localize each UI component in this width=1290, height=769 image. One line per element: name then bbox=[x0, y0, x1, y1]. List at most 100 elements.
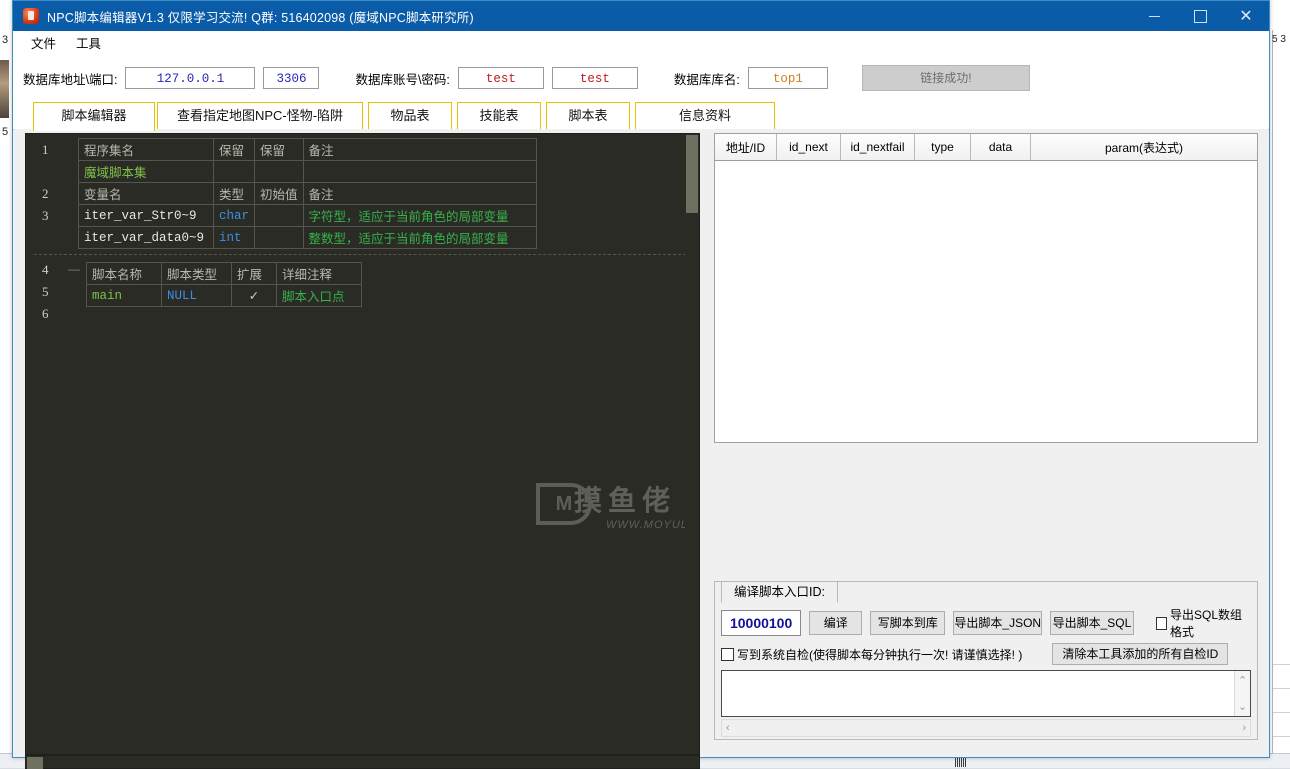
table-row-header-program: 程序集名 保留 保留 备注 bbox=[79, 139, 537, 161]
compile-output-textarea[interactable]: ⌃ ⌄ bbox=[721, 670, 1251, 717]
scroll-right-icon[interactable]: › bbox=[1242, 722, 1246, 734]
db-port-input[interactable]: 3306 bbox=[263, 67, 319, 89]
col-remark-2: 备注 bbox=[303, 183, 536, 205]
line-number-1: 1 bbox=[42, 142, 49, 158]
table-row[interactable]: main NULL ✓ 脚本入口点 bbox=[87, 285, 362, 307]
tab-script-table[interactable]: 脚本表 bbox=[546, 102, 630, 130]
db-name-input[interactable]: top1 bbox=[748, 67, 828, 89]
compile-entry-id-label: 编译脚本入口ID: bbox=[721, 581, 838, 603]
export-sql-array-checkbox[interactable]: 导出SQL数组格式 bbox=[1156, 606, 1251, 640]
line-number-5: 5 bbox=[42, 284, 49, 300]
col-initial-value: 初始值 bbox=[255, 183, 304, 205]
fold-marker-icon[interactable]: — bbox=[68, 262, 80, 276]
cell-remark-1[interactable] bbox=[303, 161, 536, 183]
script-editor[interactable]: 1 2 3 4 5 6 — 程序集名 保留 保留 备注 魔域脚本集 bbox=[25, 133, 700, 755]
program-variables-table: 程序集名 保留 保留 备注 魔域脚本集 变量名 类型 初始值 备注 bbox=[78, 138, 537, 249]
cell-script-type[interactable]: NULL bbox=[162, 285, 232, 307]
cell-program-set-name[interactable]: 魔域脚本集 bbox=[79, 161, 214, 183]
grid-col-data[interactable]: data bbox=[971, 134, 1031, 160]
cell-script-comment[interactable]: 脚本入口点 bbox=[277, 285, 362, 307]
cell-var-name-2[interactable]: iter_var_data0~9 bbox=[79, 227, 214, 249]
scroll-up-icon[interactable]: ⌃ bbox=[1238, 674, 1247, 687]
connection-bar: 数据库地址\端口: 127.0.0.1 3306 数据库账号\密码: test … bbox=[13, 54, 1269, 102]
db-host-input[interactable]: 127.0.0.1 bbox=[125, 67, 255, 89]
editor-scrollbar-thumb[interactable] bbox=[686, 135, 698, 213]
scroll-left-icon[interactable]: ‹ bbox=[726, 722, 730, 734]
col-variable-type: 类型 bbox=[214, 183, 255, 205]
output-horizontal-scrollbar[interactable]: ‹ › bbox=[721, 719, 1251, 737]
col-script-extend: 扩展 bbox=[232, 263, 277, 285]
col-remark-1: 备注 bbox=[303, 139, 536, 161]
tab-script-editor[interactable]: 脚本编辑器 bbox=[33, 102, 155, 131]
background-right-label: 5 3 bbox=[1272, 34, 1286, 45]
script-data-grid[interactable]: 地址/ID id_next id_nextfail type data para… bbox=[714, 133, 1258, 443]
db-user-input[interactable]: test bbox=[458, 67, 544, 89]
window-title: NPC脚本编辑器V1.3 仅限学习交流! Q群: 516402098 (魔域NP… bbox=[47, 7, 474, 26]
tab-info-data[interactable]: 信息资料 bbox=[635, 102, 775, 130]
entry-id-input[interactable]: 10000100 bbox=[721, 610, 801, 636]
output-vertical-scrollbar[interactable]: ⌃ ⌄ bbox=[1234, 671, 1250, 716]
close-icon[interactable]: ✕ bbox=[1223, 1, 1269, 31]
editor-horizontal-scrollbar[interactable] bbox=[25, 755, 700, 769]
col-script-name: 脚本名称 bbox=[87, 263, 162, 285]
minimize-button[interactable] bbox=[1131, 1, 1177, 31]
tab-skill-table[interactable]: 技能表 bbox=[457, 102, 541, 130]
compile-panel: 编译脚本入口ID: 10000100 编译 写脚本到库 导出脚本_JSON 导出… bbox=[714, 581, 1258, 740]
grid-col-id-next[interactable]: id_next bbox=[777, 134, 841, 160]
cell-reserved-1[interactable] bbox=[214, 161, 255, 183]
db-name-label: 数据库库名: bbox=[674, 69, 740, 88]
col-variable-name: 变量名 bbox=[79, 183, 214, 205]
checkbox-box-icon[interactable] bbox=[1156, 617, 1167, 630]
table-row[interactable]: iter_var_data0~9 int 整数型，适应于当前角色的局部变量 bbox=[79, 227, 537, 249]
menu-bar: 文件 工具 bbox=[13, 31, 1269, 54]
tab-item-table[interactable]: 物品表 bbox=[368, 102, 452, 130]
col-script-type: 脚本类型 bbox=[162, 263, 232, 285]
table-row[interactable]: iter_var_Str0~9 char 字符型，适应于当前角色的局部变量 bbox=[79, 205, 537, 227]
export-sql-button[interactable]: 导出脚本_SQL bbox=[1050, 611, 1134, 635]
cell-var-init-1[interactable] bbox=[255, 205, 304, 227]
cell-var-remark-1[interactable]: 字符型，适应于当前角色的局部变量 bbox=[303, 205, 536, 227]
cell-var-init-2[interactable] bbox=[255, 227, 304, 249]
editor-hscrollbar-thumb[interactable] bbox=[27, 757, 43, 769]
script-entry-table: 脚本名称 脚本类型 扩展 详细注释 main NULL ✓ 脚本入口点 bbox=[86, 262, 362, 307]
editor-vertical-scrollbar[interactable] bbox=[685, 134, 699, 754]
compile-options-row: 写到系统自检(使得脚本每分钟执行一次! 请谨慎选择! ) 清除本工具添加的所有自… bbox=[721, 642, 1251, 666]
compile-button[interactable]: 编译 bbox=[809, 611, 862, 635]
title-bar: NPC脚本编辑器V1.3 仅限学习交流! Q群: 516402098 (魔域NP… bbox=[13, 1, 1269, 31]
background-left-label-2: 5 bbox=[2, 126, 8, 138]
background-thumbnail bbox=[0, 60, 9, 118]
line-number-3: 3 bbox=[42, 208, 49, 224]
cell-var-type-2[interactable]: int bbox=[214, 227, 255, 249]
cell-var-remark-2[interactable]: 整数型，适应于当前角色的局部变量 bbox=[303, 227, 536, 249]
connection-status-button[interactable]: 链接成功! bbox=[862, 65, 1030, 91]
write-to-db-button[interactable]: 写脚本到库 bbox=[870, 611, 945, 635]
grid-col-id-nextfail[interactable]: id_nextfail bbox=[841, 134, 915, 160]
line-number-2: 2 bbox=[42, 186, 49, 202]
scroll-down-icon[interactable]: ⌄ bbox=[1238, 700, 1247, 713]
tab-view-map-npc[interactable]: 查看指定地图NPC-怪物-陷阱 bbox=[157, 102, 363, 130]
menu-item-file[interactable]: 文件 bbox=[21, 31, 66, 54]
watermark-logo: M bbox=[536, 483, 592, 525]
col-script-comment: 详细注释 bbox=[277, 263, 362, 285]
col-program-name: 程序集名 bbox=[79, 139, 214, 161]
export-json-button[interactable]: 导出脚本_JSON bbox=[953, 611, 1042, 635]
background-right-panel-lower bbox=[1272, 650, 1290, 754]
cell-script-name[interactable]: main bbox=[87, 285, 162, 307]
menu-item-tools[interactable]: 工具 bbox=[66, 31, 111, 54]
watermark-text: 摸鱼佬 bbox=[574, 479, 700, 519]
grid-col-param[interactable]: param(表达式) bbox=[1031, 134, 1257, 160]
grid-col-type[interactable]: type bbox=[915, 134, 971, 160]
cell-var-type-1[interactable]: char bbox=[214, 205, 255, 227]
table-row[interactable]: 魔域脚本集 bbox=[79, 161, 537, 183]
maximize-button[interactable] bbox=[1177, 1, 1223, 31]
checkbox-box-icon[interactable] bbox=[721, 648, 734, 661]
app-icon bbox=[23, 8, 39, 24]
selfcheck-checkbox[interactable]: 写到系统自检(使得脚本每分钟执行一次! 请谨慎选择! ) bbox=[721, 646, 1022, 663]
clear-selfcheck-ids-button[interactable]: 清除本工具添加的所有自检ID bbox=[1052, 643, 1228, 665]
line-number-4: 4 bbox=[42, 262, 49, 278]
check-icon[interactable]: ✓ bbox=[232, 285, 277, 307]
db-password-input[interactable]: test bbox=[552, 67, 638, 89]
grid-col-address-id[interactable]: 地址/ID bbox=[715, 134, 777, 160]
cell-var-name-1[interactable]: iter_var_Str0~9 bbox=[79, 205, 214, 227]
cell-reserved-2[interactable] bbox=[255, 161, 304, 183]
